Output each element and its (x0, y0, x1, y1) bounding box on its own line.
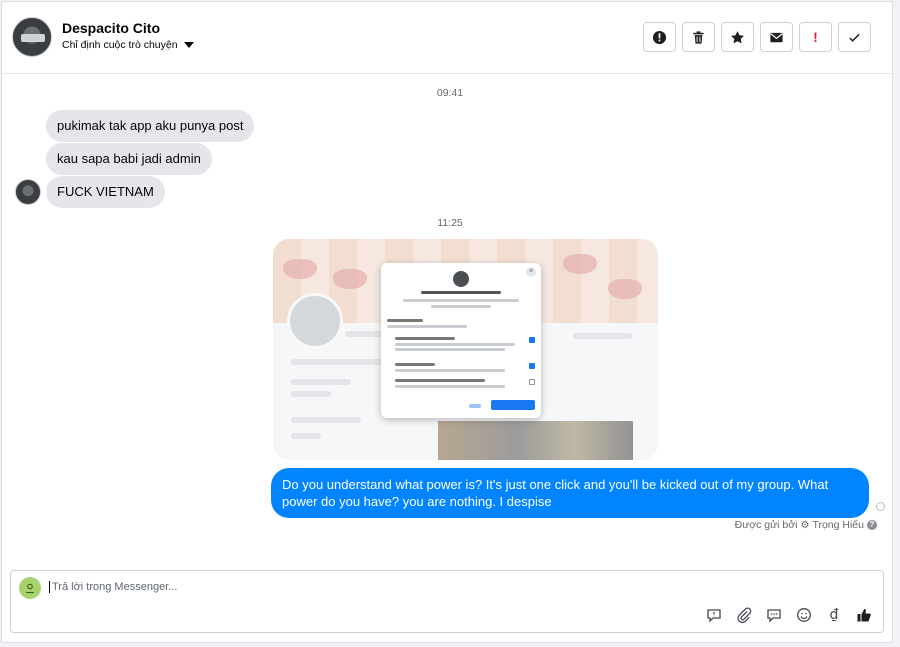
payment-button[interactable]: ₫ (825, 606, 843, 624)
star-icon (731, 30, 744, 43)
mark-done-button[interactable] (838, 22, 871, 52)
caret-down-icon (183, 42, 194, 48)
sent-by-label: Được gửi bởi (734, 519, 798, 531)
like-button[interactable] (855, 606, 873, 624)
shared-image[interactable]: × (273, 239, 658, 460)
toolbar: ! (643, 22, 871, 52)
sender-avatar[interactable] (15, 179, 41, 205)
composer-tools: ₫ (705, 606, 873, 624)
incoming-message[interactable]: kau sapa babi jadi admin (46, 143, 212, 175)
attach-button[interactable] (735, 606, 753, 624)
saved-reply-button[interactable] (705, 606, 723, 624)
chat-bubble-icon (767, 609, 781, 623)
outgoing-message[interactable]: Do you understand what power is? It's ju… (271, 468, 869, 518)
check-icon (849, 33, 860, 42)
envelope-icon (770, 32, 783, 42)
conversation-header: Despacito Cito Chỉ định cuộc trò chuyện … (2, 2, 894, 74)
incoming-message[interactable]: pukimak tak app aku punya post (46, 110, 255, 142)
thumbs-up-icon (857, 609, 871, 622)
alert-circle-icon (652, 30, 667, 44)
incoming-message[interactable]: FUCK VIETNAM (46, 176, 165, 208)
timestamp: 11:25 (437, 217, 463, 229)
spam-button[interactable]: ! (799, 22, 832, 52)
avatar[interactable] (12, 17, 52, 57)
reply-composer[interactable]: Trả lời trong Messenger... ₫ (10, 570, 884, 633)
alert-button[interactable] (643, 22, 676, 52)
timestamp: 09:41 (436, 87, 464, 99)
smiley-icon (797, 608, 811, 622)
gear-icon: ⚙ (800, 519, 810, 531)
sent-by-name[interactable]: Trọng Hiếu (812, 519, 864, 531)
star-button[interactable] (721, 22, 754, 52)
close-icon: × (526, 267, 536, 277)
help-icon[interactable]: ? (867, 520, 877, 530)
quick-reply-button[interactable] (765, 606, 783, 624)
assign-conversation-label: Chỉ định cuộc trò chuyện (62, 39, 178, 51)
sent-status-icon (876, 502, 885, 511)
delete-button[interactable] (682, 22, 715, 52)
page-avatar (19, 577, 41, 599)
saved-reply-icon (707, 609, 721, 623)
exclamation-icon: ! (813, 29, 818, 45)
emoji-button[interactable] (795, 606, 813, 624)
reply-input[interactable]: Trả lời trong Messenger... (49, 581, 177, 593)
location-pin-icon (26, 583, 34, 594)
assign-conversation-dropdown[interactable]: Chỉ định cuộc trò chuyện (62, 39, 194, 51)
embedded-dialog-image: × (381, 263, 541, 418)
mark-unread-button[interactable] (760, 22, 793, 52)
sent-by-info: Được gửi bởi ⚙ Trọng Hiếu ? (735, 519, 877, 531)
dong-currency-icon: ₫ (829, 607, 839, 623)
contact-name[interactable]: Despacito Cito (62, 20, 160, 36)
trash-icon (693, 30, 704, 44)
paperclip-icon (737, 607, 752, 623)
